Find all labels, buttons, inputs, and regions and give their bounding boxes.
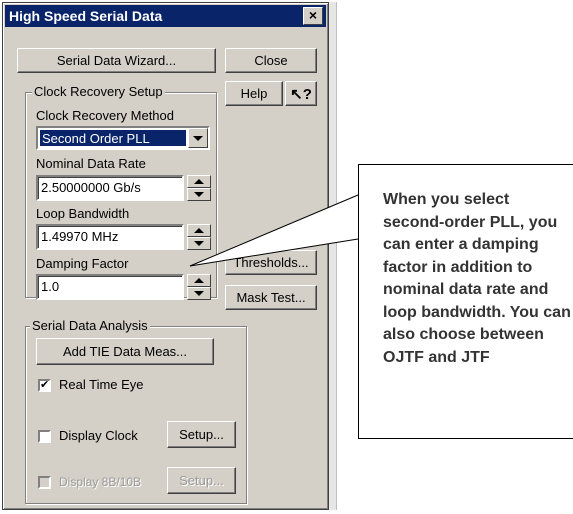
high-speed-serial-data-dialog: High Speed Serial Data × Serial Data Wiz… bbox=[2, 2, 329, 510]
loop-bandwidth-spinner[interactable] bbox=[187, 224, 211, 250]
spin-down-icon[interactable] bbox=[187, 237, 211, 250]
help-button[interactable]: Help bbox=[225, 81, 283, 106]
close-button[interactable]: Close bbox=[225, 48, 317, 73]
spin-down-icon[interactable] bbox=[187, 287, 211, 300]
serial-data-wizard-button[interactable]: Serial Data Wizard... bbox=[17, 48, 216, 73]
add-tie-data-meas-button[interactable]: Add TIE Data Meas... bbox=[36, 338, 214, 365]
display-clock-setup-button[interactable]: Setup... bbox=[167, 421, 236, 448]
mask-test-button[interactable]: Mask Test... bbox=[225, 285, 317, 310]
clock-recovery-method-value: Second Order PLL bbox=[40, 130, 186, 146]
dropdown-arrow-icon[interactable] bbox=[188, 128, 208, 148]
spin-down-icon[interactable] bbox=[187, 188, 211, 201]
background-window-edge bbox=[329, 2, 337, 510]
clock-recovery-group-label: Clock Recovery Setup bbox=[32, 84, 165, 99]
nominal-data-rate-spinner[interactable] bbox=[187, 175, 211, 201]
nominal-data-rate-label: Nominal Data Rate bbox=[36, 156, 146, 171]
display-clock-label: Display Clock bbox=[59, 428, 138, 443]
real-time-eye-label: Real Time Eye bbox=[59, 377, 144, 392]
display-8b10b-setup-button[interactable]: Setup... bbox=[167, 467, 236, 494]
dialog-title: High Speed Serial Data bbox=[9, 8, 163, 24]
callout-box: When you select second-order PLL, you ca… bbox=[358, 164, 573, 439]
damping-factor-input[interactable]: 1.0 bbox=[36, 274, 184, 300]
loop-bandwidth-input[interactable]: 1.49970 MHz bbox=[36, 224, 184, 250]
serial-data-analysis-group-label: Serial Data Analysis bbox=[30, 318, 150, 333]
real-time-eye-checkbox[interactable]: ✔ bbox=[38, 379, 51, 392]
thresholds-button[interactable]: Thresholds... bbox=[225, 250, 317, 275]
title-bar: High Speed Serial Data × bbox=[5, 5, 326, 27]
clock-recovery-method-select[interactable]: Second Order PLL bbox=[36, 126, 210, 150]
loop-bandwidth-label: Loop Bandwidth bbox=[36, 206, 130, 221]
callout-text: When you select second-order PLL, you ca… bbox=[383, 191, 571, 366]
spin-up-icon[interactable] bbox=[187, 175, 211, 188]
damping-factor-spinner[interactable] bbox=[187, 274, 211, 300]
help-cursor-icon[interactable]: ↖? bbox=[285, 81, 317, 106]
checkmark-icon: ✔ bbox=[40, 379, 50, 391]
spin-up-icon[interactable] bbox=[187, 224, 211, 237]
damping-factor-label: Damping Factor bbox=[36, 256, 129, 271]
clock-recovery-method-label: Clock Recovery Method bbox=[36, 108, 174, 123]
display-8b10b-checkbox[interactable] bbox=[38, 476, 51, 489]
close-icon[interactable]: × bbox=[303, 7, 323, 25]
display-8b10b-label: Display 8B/10B bbox=[59, 475, 142, 489]
spin-up-icon[interactable] bbox=[187, 274, 211, 287]
display-clock-checkbox[interactable] bbox=[38, 430, 51, 443]
nominal-data-rate-input[interactable]: 2.50000000 Gb/s bbox=[36, 175, 184, 201]
